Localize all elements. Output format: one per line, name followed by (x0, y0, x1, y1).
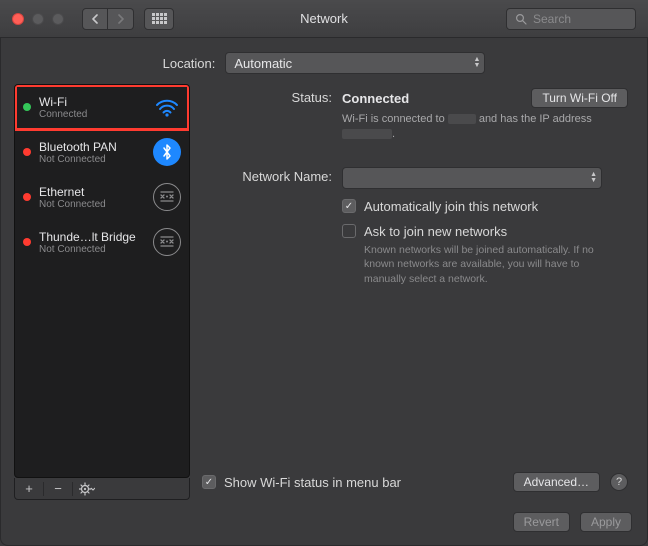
network-preferences-window: Network Location: Automatic ▲▼ Wi-Fi Con… (0, 0, 648, 546)
item-text: Wi-Fi Connected (39, 95, 145, 120)
revert-button[interactable]: Revert (513, 512, 570, 532)
search-icon (515, 13, 527, 25)
sidebar-item-bluetooth-pan[interactable]: Bluetooth PAN Not Connected (15, 130, 189, 175)
thunderbolt-icon (153, 228, 181, 256)
interface-name: Wi-Fi (39, 95, 145, 109)
interface-list: Wi-Fi Connected (14, 84, 190, 478)
interface-name: Bluetooth PAN (39, 140, 145, 154)
footer: Revert Apply (0, 512, 648, 546)
interface-name: Thunde…lt Bridge (39, 230, 145, 244)
network-name-row: Network Name: ▲▼ (202, 167, 628, 189)
interface-sidebar: Wi-Fi Connected (14, 84, 190, 500)
separator (72, 482, 73, 496)
interface-name: Ethernet (39, 185, 145, 199)
action-menu-button[interactable] (77, 481, 97, 497)
sidebar-item-wifi[interactable]: Wi-Fi Connected (15, 85, 189, 130)
interface-status: Not Connected (39, 154, 145, 165)
main-area: Wi-Fi Connected (0, 84, 648, 512)
nav-buttons (82, 8, 134, 30)
redacted-ip (342, 129, 392, 139)
interface-status: Not Connected (39, 244, 145, 255)
network-name-select[interactable]: ▲▼ (342, 167, 602, 189)
remove-interface-button[interactable]: − (48, 481, 68, 497)
interface-status: Connected (39, 109, 145, 120)
grid-icon (152, 13, 167, 24)
status-value: Connected (342, 91, 409, 106)
item-text: Bluetooth PAN Not Connected (39, 140, 145, 165)
separator (43, 482, 44, 496)
add-interface-button[interactable]: + (19, 481, 39, 497)
zoom-window-button[interactable] (52, 13, 64, 25)
item-text: Ethernet Not Connected (39, 185, 145, 210)
status-dot (23, 103, 31, 111)
toggle-wifi-button[interactable]: Turn Wi-Fi Off (531, 88, 628, 108)
status-dot (23, 193, 31, 201)
apply-button[interactable]: Apply (580, 512, 632, 532)
gear-icon (79, 482, 95, 496)
auto-join-checkbox[interactable]: Automatically join this network (342, 199, 628, 214)
auto-join-label: Automatically join this network (364, 199, 538, 214)
ask-join-label: Ask to join new networks (364, 224, 507, 239)
network-name-label: Network Name: (202, 167, 342, 184)
detail-pane: Status: Connected Turn Wi-Fi Off Wi-Fi i… (202, 84, 634, 500)
status-dot (23, 148, 31, 156)
close-window-button[interactable] (12, 13, 24, 25)
sidebar-toolbar: + − (14, 478, 190, 500)
search-input[interactable] (533, 12, 623, 26)
status-dot (23, 238, 31, 246)
status-label: Status: (202, 88, 342, 105)
search-field[interactable] (506, 8, 636, 30)
wifi-icon (153, 93, 181, 121)
forward-button (108, 8, 134, 30)
options-row: Automatically join this network Ask to j… (202, 199, 628, 287)
location-value: Automatic (234, 56, 292, 71)
ethernet-icon (153, 183, 181, 211)
item-text: Thunde…lt Bridge Not Connected (39, 230, 145, 255)
help-button[interactable]: ? (610, 473, 628, 491)
ask-join-checkbox[interactable]: Ask to join new networks (342, 224, 628, 239)
chevron-up-down-icon: ▲▼ (590, 172, 597, 184)
status-row: Status: Connected Turn Wi-Fi Off Wi-Fi i… (202, 88, 628, 143)
titlebar: Network (0, 0, 648, 38)
checkbox-icon (342, 224, 356, 238)
location-row: Location: Automatic ▲▼ (0, 38, 648, 84)
chevron-up-down-icon: ▲▼ (473, 57, 480, 69)
back-button[interactable] (82, 8, 108, 30)
redacted-ssid (448, 114, 476, 124)
checkbox-icon (202, 475, 216, 489)
show-status-checkbox[interactable]: Show Wi-Fi status in menu bar (202, 475, 401, 490)
sidebar-item-ethernet[interactable]: Ethernet Not Connected (15, 175, 189, 220)
show-status-label: Show Wi-Fi status in menu bar (224, 475, 401, 490)
show-all-button[interactable] (144, 8, 174, 30)
detail-bottombar: Show Wi-Fi status in menu bar Advanced… … (202, 464, 628, 500)
bluetooth-icon (153, 138, 181, 166)
checkbox-icon (342, 199, 356, 213)
location-label: Location: (163, 56, 216, 71)
status-subtext: Wi-Fi is connected to and has the IP add… (342, 112, 628, 143)
location-select[interactable]: Automatic ▲▼ (225, 52, 485, 74)
ask-join-help: Known networks will be joined automatica… (364, 243, 614, 287)
minimize-window-button[interactable] (32, 13, 44, 25)
advanced-button[interactable]: Advanced… (513, 472, 600, 492)
interface-status: Not Connected (39, 199, 145, 210)
sidebar-item-thunderbolt-bridge[interactable]: Thunde…lt Bridge Not Connected (15, 220, 189, 265)
traffic-lights (12, 13, 64, 25)
